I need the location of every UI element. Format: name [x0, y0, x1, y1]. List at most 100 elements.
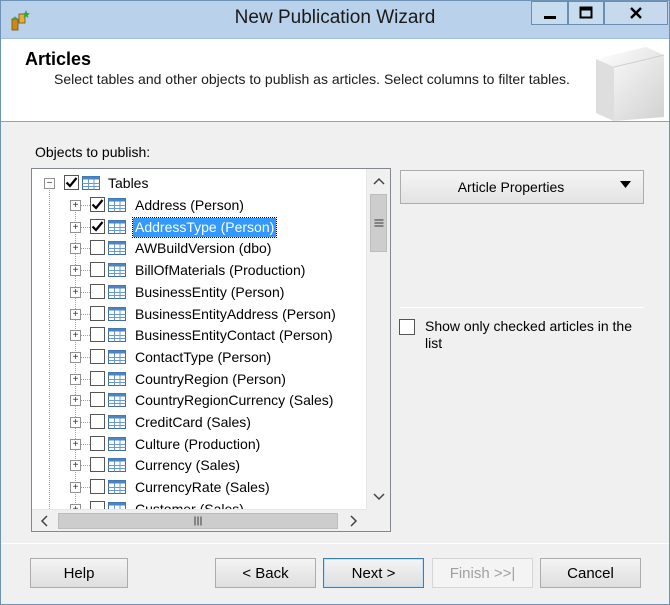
article-checkbox[interactable]: [90, 262, 105, 278]
vertical-scroll-thumb[interactable]: [370, 194, 387, 252]
tree-item[interactable]: + CreditCard (Sales): [32, 411, 366, 433]
tree-item[interactable]: + CurrencyRate (Sales): [32, 476, 366, 498]
tree-item[interactable]: + BusinessEntityAddress (Person): [32, 303, 366, 325]
expand-icon[interactable]: +: [70, 243, 81, 255]
expand-icon[interactable]: +: [70, 482, 81, 494]
tree-item[interactable]: + BusinessEntity (Person): [32, 281, 366, 303]
table-icon: [108, 241, 126, 256]
article-checkbox[interactable]: [90, 327, 105, 343]
grip-icon: [374, 219, 383, 227]
article-checkbox[interactable]: [90, 305, 105, 321]
tree-item[interactable]: + CountryRegion (Person): [32, 368, 366, 390]
expand-icon[interactable]: +: [70, 373, 81, 385]
dropdown-arrow-icon: [620, 181, 631, 188]
expand-icon[interactable]: +: [70, 221, 81, 233]
expand-icon[interactable]: +: [70, 330, 81, 342]
tree-item[interactable]: + BillOfMaterials (Production): [32, 259, 366, 281]
checkmark-icon: [65, 177, 78, 188]
maximize-button[interactable]: [568, 1, 604, 25]
tree-item[interactable]: + Address (Person): [32, 194, 366, 216]
expand-icon[interactable]: +: [70, 395, 81, 407]
tree-item[interactable]: + ContactType (Person): [32, 346, 366, 368]
article-checkbox[interactable]: [90, 283, 105, 299]
table-icon: [108, 393, 126, 408]
expand-icon[interactable]: +: [70, 200, 81, 211]
table-icon: [108, 436, 126, 451]
table-icon: [108, 263, 126, 278]
article-checkbox[interactable]: [90, 479, 105, 495]
article-checkbox[interactable]: [90, 370, 105, 386]
article-checkbox[interactable]: [90, 392, 105, 408]
tree-item[interactable]: + CountryRegionCurrency (Sales): [32, 389, 366, 411]
close-button[interactable]: [604, 1, 668, 25]
tree-item-label: AWBuildVersion (dbo): [135, 240, 272, 257]
article-checkbox[interactable]: [90, 435, 105, 451]
tree-item[interactable]: +Customer (Sales): [32, 498, 366, 509]
table-icon: [108, 371, 126, 386]
article-checkbox[interactable]: [90, 457, 105, 473]
expand-icon[interactable]: +: [70, 286, 81, 298]
tree-vertical-scrollbar[interactable]: [366, 169, 390, 509]
panel-separator: [400, 307, 644, 308]
tree-viewport: − Tables + Address (Person) + AddressType (…: [32, 169, 366, 509]
table-icon: [108, 458, 126, 473]
collapse-icon[interactable]: −: [44, 178, 55, 189]
tree-item-label: AddressType (Person): [131, 216, 278, 238]
tree-item[interactable]: + AWBuildVersion (dbo): [32, 237, 366, 259]
chevron-up-icon: [373, 177, 385, 185]
tables-checkbox[interactable]: [64, 175, 79, 190]
scroll-down-button[interactable]: [367, 485, 391, 509]
tree-root-label: Tables: [108, 175, 149, 191]
title-bar[interactable]: New Publication Wizard: [1, 1, 669, 39]
tree-root-tables[interactable]: − Tables: [32, 172, 366, 194]
expand-icon[interactable]: +: [70, 351, 81, 363]
scroll-right-button[interactable]: [342, 510, 366, 532]
expand-icon[interactable]: +: [70, 265, 81, 277]
article-checkbox[interactable]: [90, 500, 105, 509]
chevron-right-icon: [350, 515, 358, 527]
tree-horizontal-scrollbar[interactable]: [32, 509, 366, 531]
article-properties-button[interactable]: Article Properties: [400, 170, 644, 204]
show-only-checked-label[interactable]: Show only checked articles in the list: [425, 318, 640, 352]
scroll-up-button[interactable]: [367, 169, 391, 193]
book-graphic-icon: [596, 47, 665, 121]
table-icon: [108, 306, 126, 321]
scroll-left-button[interactable]: [32, 510, 56, 532]
page-title: Articles: [25, 49, 92, 69]
objects-to-publish-label: Objects to publish:: [35, 144, 151, 160]
show-only-checked-checkbox[interactable]: [399, 319, 415, 335]
expand-icon[interactable]: +: [70, 417, 81, 428]
expand-icon[interactable]: +: [70, 438, 81, 450]
back-button[interactable]: < Back: [215, 558, 316, 588]
tree-item[interactable]: + Currency (Sales): [32, 454, 366, 476]
tree-item-label: CurrencyRate (Sales): [135, 479, 270, 496]
objects-tree[interactable]: − Tables + Address (Person) + AddressType (…: [31, 168, 391, 532]
grip-icon: [194, 516, 202, 526]
tree-item-label: BusinessEntityContact (Person): [135, 327, 333, 344]
article-checkbox[interactable]: [90, 240, 105, 256]
article-checkbox[interactable]: [90, 414, 105, 429]
tree-item-label: Customer (Sales): [135, 500, 244, 509]
table-icon: [108, 480, 126, 495]
table-icon: [108, 501, 126, 509]
tree-item-label: BillOfMaterials (Production): [135, 262, 306, 279]
tree-item-label: BusinessEntity (Person): [135, 283, 285, 300]
tree-item[interactable]: + BusinessEntityContact (Person): [32, 324, 366, 346]
minimize-button[interactable]: [531, 1, 568, 25]
article-checkbox[interactable]: [90, 348, 105, 364]
help-button[interactable]: Help: [30, 558, 128, 588]
article-checkbox[interactable]: [90, 218, 105, 234]
horizontal-scroll-thumb[interactable]: [58, 513, 338, 529]
table-icon: [108, 349, 126, 364]
table-icon: [108, 284, 126, 299]
tree-item[interactable]: + Culture (Production): [32, 433, 366, 455]
expand-icon[interactable]: +: [70, 460, 81, 472]
expand-icon[interactable]: +: [70, 308, 81, 320]
cancel-button[interactable]: Cancel: [540, 558, 641, 588]
next-button[interactable]: Next >: [323, 558, 424, 588]
page-description: Select tables and other objects to publi…: [54, 71, 570, 87]
table-icon: [108, 198, 126, 212]
tree-item[interactable]: + AddressType (Person): [32, 216, 366, 238]
article-checkbox[interactable]: [90, 197, 105, 212]
finish-button[interactable]: Finish >>|: [432, 558, 533, 588]
